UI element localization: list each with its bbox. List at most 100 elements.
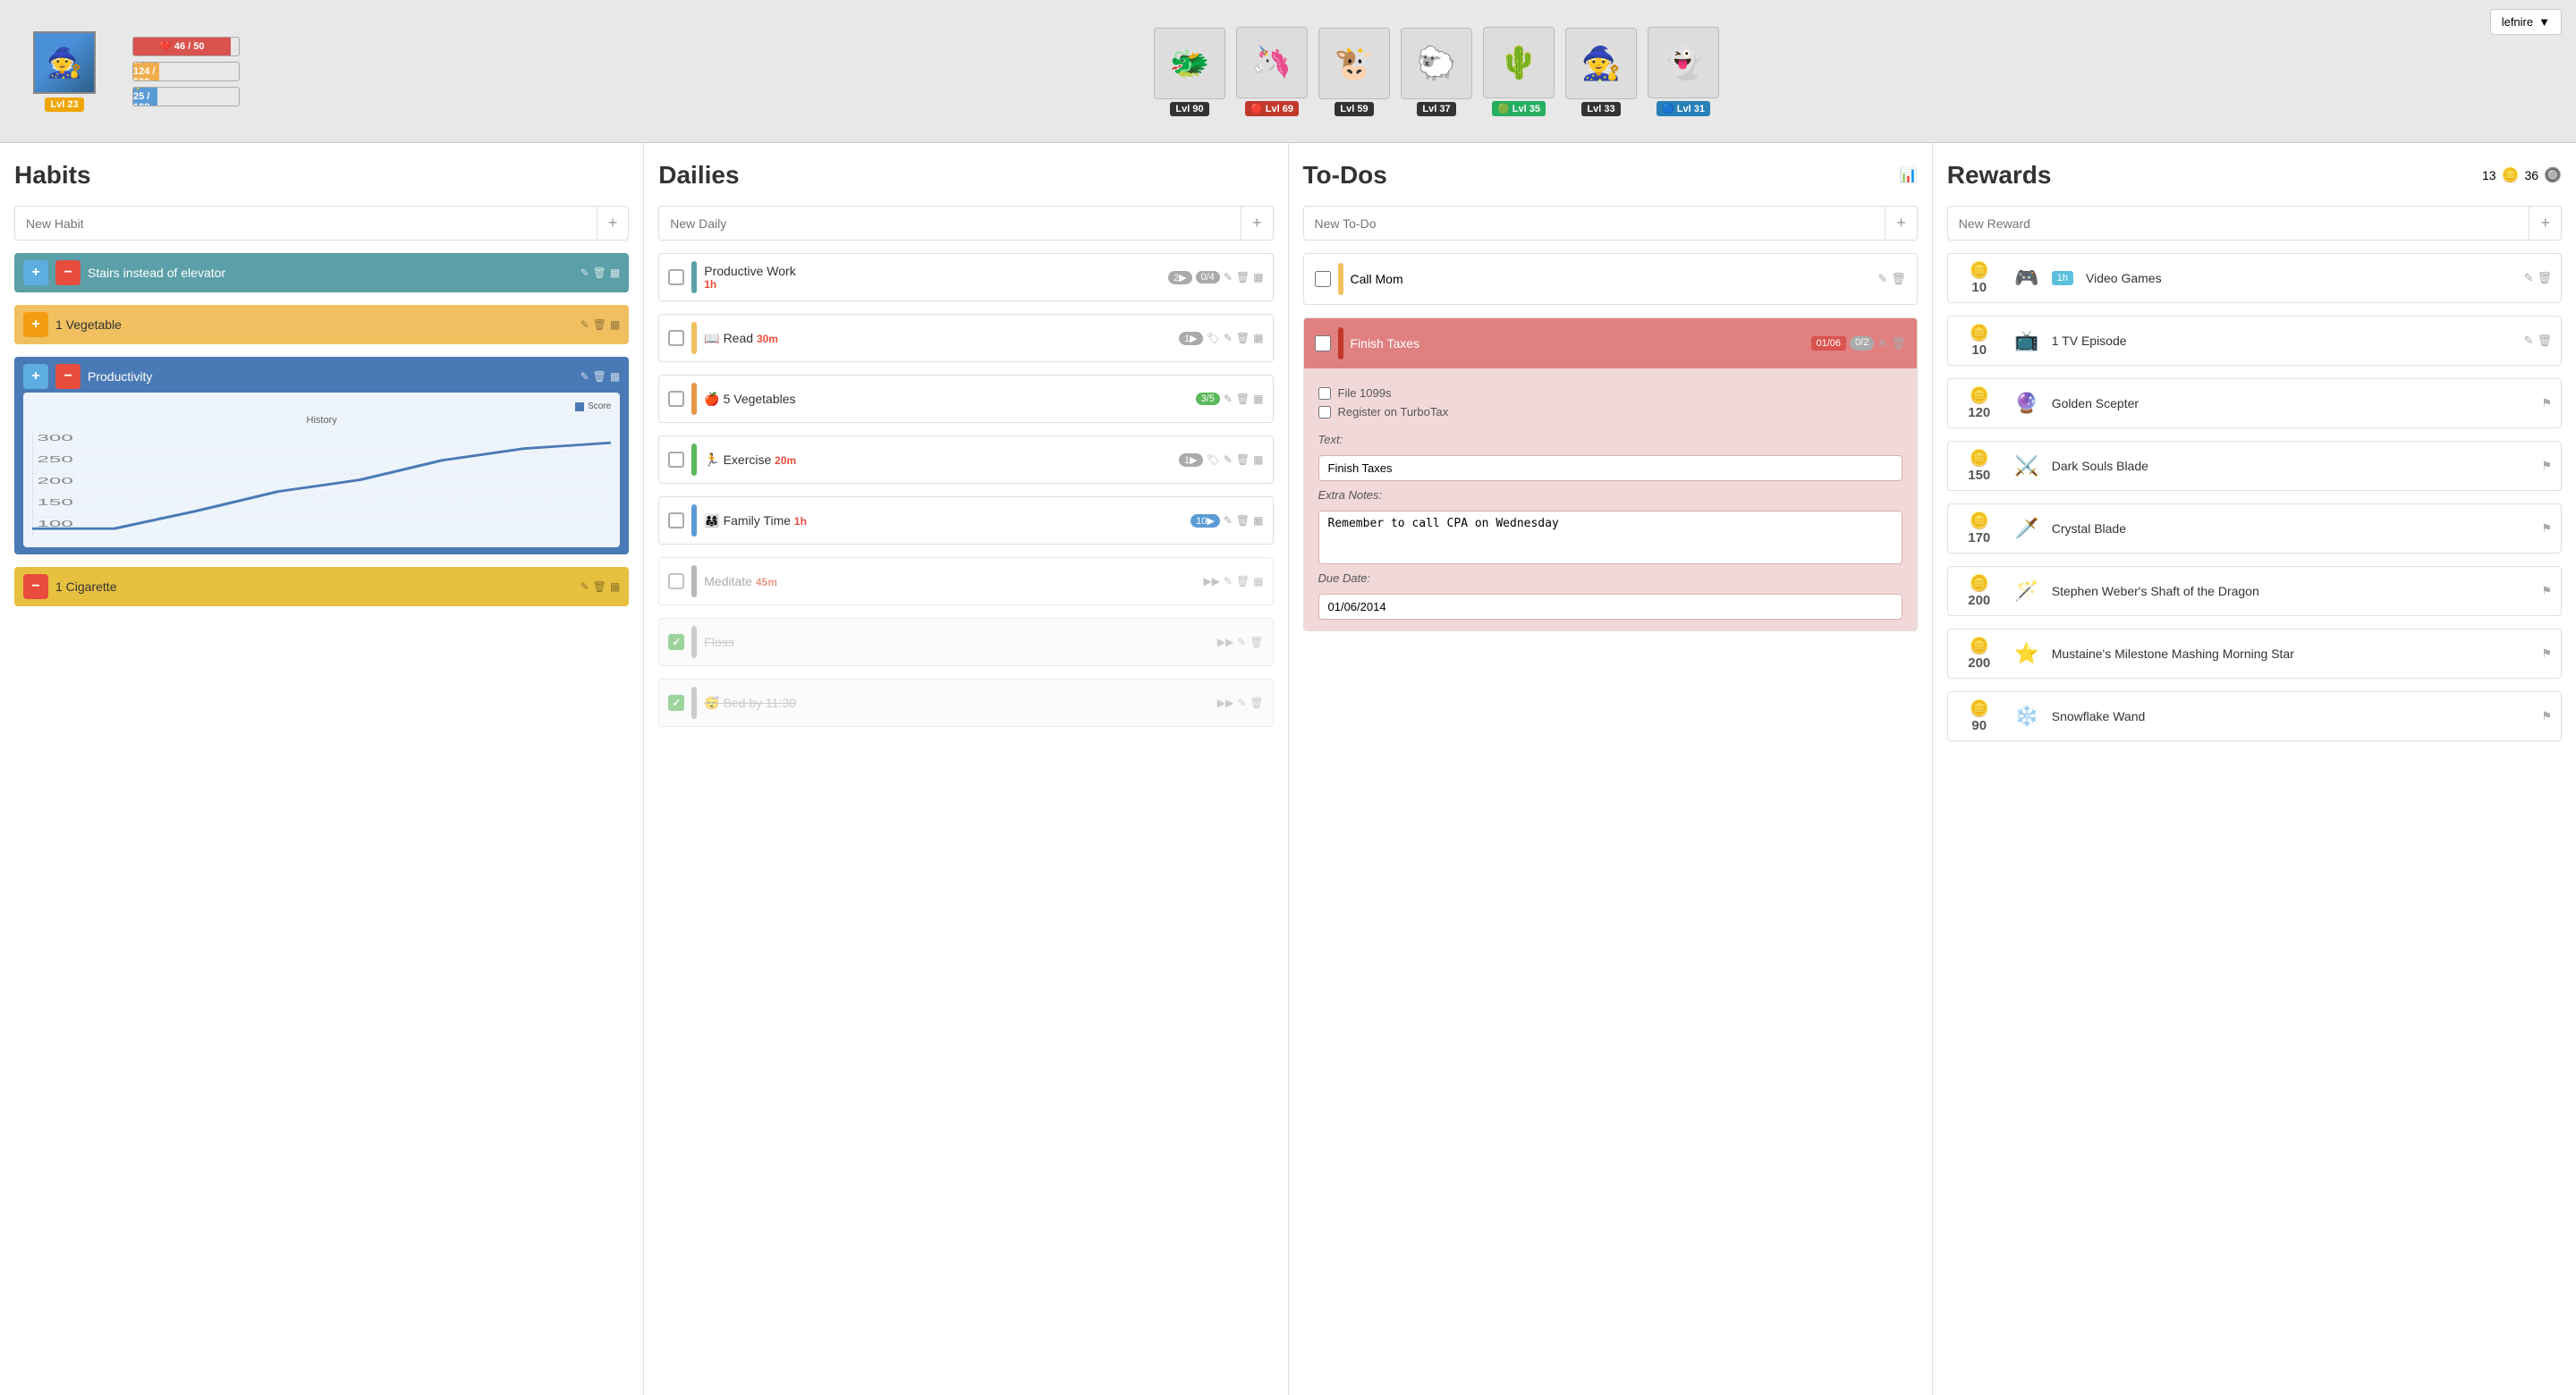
- reward-item-dsb: 🪙 150 ⚔️ Dark Souls Blade ⚑: [1947, 441, 2562, 491]
- todo-checkbox-taxes[interactable]: [1315, 335, 1331, 351]
- trash-icon-bed[interactable]: 🗑: [1250, 697, 1263, 709]
- trash-icon-exercise[interactable]: 🗑: [1236, 453, 1250, 466]
- pencil-icon-prod[interactable]: ✎: [580, 370, 589, 383]
- dailies-add-input[interactable]: [659, 209, 1241, 238]
- pencil-icon-floss[interactable]: ✎: [1237, 636, 1246, 648]
- flag-icon-cb[interactable]: ⚑: [2541, 521, 2552, 536]
- daily-actions-read: 1▶ 🏷 ✎ 🗑 ▦: [1179, 332, 1263, 345]
- flag-icon-dsb[interactable]: ⚑: [2541, 459, 2552, 473]
- svg-text:150: 150: [37, 497, 72, 507]
- habit-minus-productivity[interactable]: −: [55, 364, 80, 389]
- tag-icon-read[interactable]: 🏷: [1207, 332, 1220, 344]
- pencil-icon-tv[interactable]: ✎: [2524, 334, 2534, 348]
- habits-add-button[interactable]: +: [597, 207, 629, 240]
- todo-label-callmom: Call Mom: [1351, 272, 1871, 286]
- pencil-icon-veg[interactable]: ✎: [580, 318, 589, 331]
- daily-checkbox-read[interactable]: [668, 330, 684, 346]
- pencil-icon-productive[interactable]: ✎: [1224, 271, 1233, 283]
- trash-icon-prod[interactable]: 🗑: [593, 370, 606, 383]
- notes-field-input[interactable]: Remember to call CPA on Wednesday: [1318, 511, 1902, 564]
- bar-icon[interactable]: ▦: [610, 266, 620, 279]
- dailies-add-row[interactable]: +: [658, 206, 1273, 241]
- bar-icon-cig[interactable]: ▦: [610, 580, 620, 593]
- trash-icon-floss[interactable]: 🗑: [1250, 636, 1263, 648]
- bar-icon-family[interactable]: ▦: [1253, 514, 1263, 527]
- flag-icon-gs[interactable]: ⚑: [2541, 396, 2552, 410]
- xp-row: ★ 124 / 500: [132, 62, 293, 81]
- rewards-add-button[interactable]: +: [2529, 207, 2561, 240]
- bar-icon-veg[interactable]: ▦: [610, 318, 620, 331]
- habit-plus-vegetable[interactable]: +: [23, 312, 48, 337]
- dailies-add-button[interactable]: +: [1241, 207, 1273, 240]
- daily-checkbox-exercise[interactable]: [668, 452, 684, 468]
- checkbox-1099s[interactable]: [1318, 387, 1331, 400]
- todos-add-button[interactable]: +: [1885, 207, 1917, 240]
- reward-cost-videogames: 🪙 10: [1957, 261, 2002, 295]
- rewards-add-row[interactable]: +: [1947, 206, 2562, 241]
- daily-checkbox-family[interactable]: [668, 512, 684, 528]
- flag-icon-sw[interactable]: ⚑: [2541, 584, 2552, 598]
- reward-icon-cb: 🗡️: [2011, 512, 2043, 545]
- daily-checkbox-productive-work[interactable]: [668, 269, 684, 285]
- x-icon-taxes[interactable]: ✕: [1877, 336, 1887, 351]
- habit-plus-productivity[interactable]: +: [23, 364, 48, 389]
- user-dropdown[interactable]: lefnire ▼: [2490, 9, 2562, 35]
- trash-icon-veg2[interactable]: 🗑: [1236, 393, 1250, 405]
- due-date-input[interactable]: [1318, 594, 1902, 620]
- daily-checkbox-floss[interactable]: ✓: [668, 634, 684, 650]
- habit-minus-stairs[interactable]: −: [55, 260, 80, 285]
- pencil-icon-family[interactable]: ✎: [1224, 514, 1233, 527]
- flag-icon-sf[interactable]: ⚑: [2541, 709, 2552, 723]
- pencil-icon-exercise[interactable]: ✎: [1224, 453, 1233, 466]
- rewards-add-input[interactable]: [1948, 209, 2529, 238]
- stats-icon[interactable]: 📊: [1900, 166, 1918, 184]
- bar-icon-exercise[interactable]: ▦: [1253, 453, 1263, 466]
- todos-add-input[interactable]: [1304, 209, 1885, 238]
- trash-icon[interactable]: 🗑: [593, 266, 606, 279]
- bar-icon-meditate[interactable]: ▦: [1253, 575, 1263, 588]
- daily-checkbox-vegetables[interactable]: [668, 391, 684, 407]
- trash-icon-family[interactable]: 🗑: [1236, 514, 1250, 527]
- bar-icon-veg2[interactable]: ▦: [1253, 393, 1263, 405]
- todo-checkbox-callmom[interactable]: [1315, 271, 1331, 287]
- bar-icon-read[interactable]: ▦: [1253, 332, 1263, 344]
- trash-icon-tv[interactable]: 🗑: [2537, 334, 2552, 348]
- habit-minus-cigarette[interactable]: −: [23, 574, 48, 599]
- todo-checklist: File 1099s Register on TurboTax: [1318, 379, 1902, 426]
- pencil-icon-meditate[interactable]: ✎: [1224, 575, 1233, 588]
- habit-plus-stairs[interactable]: +: [23, 260, 48, 285]
- legend-box: [575, 402, 584, 411]
- daily-checkbox-bed[interactable]: ✓: [668, 695, 684, 711]
- trash-icon-cig[interactable]: 🗑: [593, 580, 606, 593]
- pencil-icon-read[interactable]: ✎: [1224, 332, 1233, 344]
- mp-bar-bg: ⚡ 25 / 108: [132, 87, 240, 106]
- bar-icon-prod[interactable]: ▦: [610, 370, 620, 383]
- bar-icon-productive[interactable]: ▦: [1253, 271, 1263, 283]
- trash-icon-vgr[interactable]: 🗑: [2537, 271, 2552, 285]
- pencil-icon-callmom[interactable]: ✎: [1877, 272, 1887, 286]
- pencil-icon-bed[interactable]: ✎: [1237, 697, 1246, 709]
- habit-actions-cigarette: ✎ 🗑 ▦: [580, 580, 621, 593]
- pencil-icon-vg[interactable]: ✎: [2524, 271, 2534, 285]
- silver-count: 36: [2525, 168, 2539, 182]
- flag-icon-ms[interactable]: ⚑: [2541, 647, 2552, 661]
- trash-icon-veg[interactable]: 🗑: [593, 318, 606, 331]
- habits-add-input[interactable]: [15, 209, 597, 238]
- top-bar: 🧙 Lvl 23 ❤️ 46 / 50 ★ 124 / 500: [0, 0, 2576, 143]
- tag-icon-exercise[interactable]: 🏷: [1207, 453, 1220, 466]
- top-right-user[interactable]: lefnire ▼: [2490, 9, 2562, 35]
- pencil-icon-cig[interactable]: ✎: [580, 580, 589, 593]
- trash-icon-productive[interactable]: 🗑: [1236, 271, 1250, 283]
- trash-icon-taxes[interactable]: 🗑: [1891, 336, 1906, 351]
- text-field-input[interactable]: [1318, 455, 1902, 481]
- checkbox-turbotax[interactable]: [1318, 406, 1331, 418]
- pencil-icon-veg[interactable]: ✎: [1224, 393, 1233, 405]
- trash-icon-callmom[interactable]: 🗑: [1891, 272, 1906, 286]
- habits-add-row[interactable]: +: [14, 206, 629, 241]
- daily-checkbox-meditate[interactable]: [668, 573, 684, 589]
- pencil-icon[interactable]: ✎: [580, 266, 589, 279]
- daily-color-productive: [691, 261, 697, 293]
- trash-icon-meditate[interactable]: 🗑: [1236, 575, 1250, 588]
- todos-add-row[interactable]: +: [1303, 206, 1918, 241]
- trash-icon-read[interactable]: 🗑: [1236, 332, 1250, 344]
